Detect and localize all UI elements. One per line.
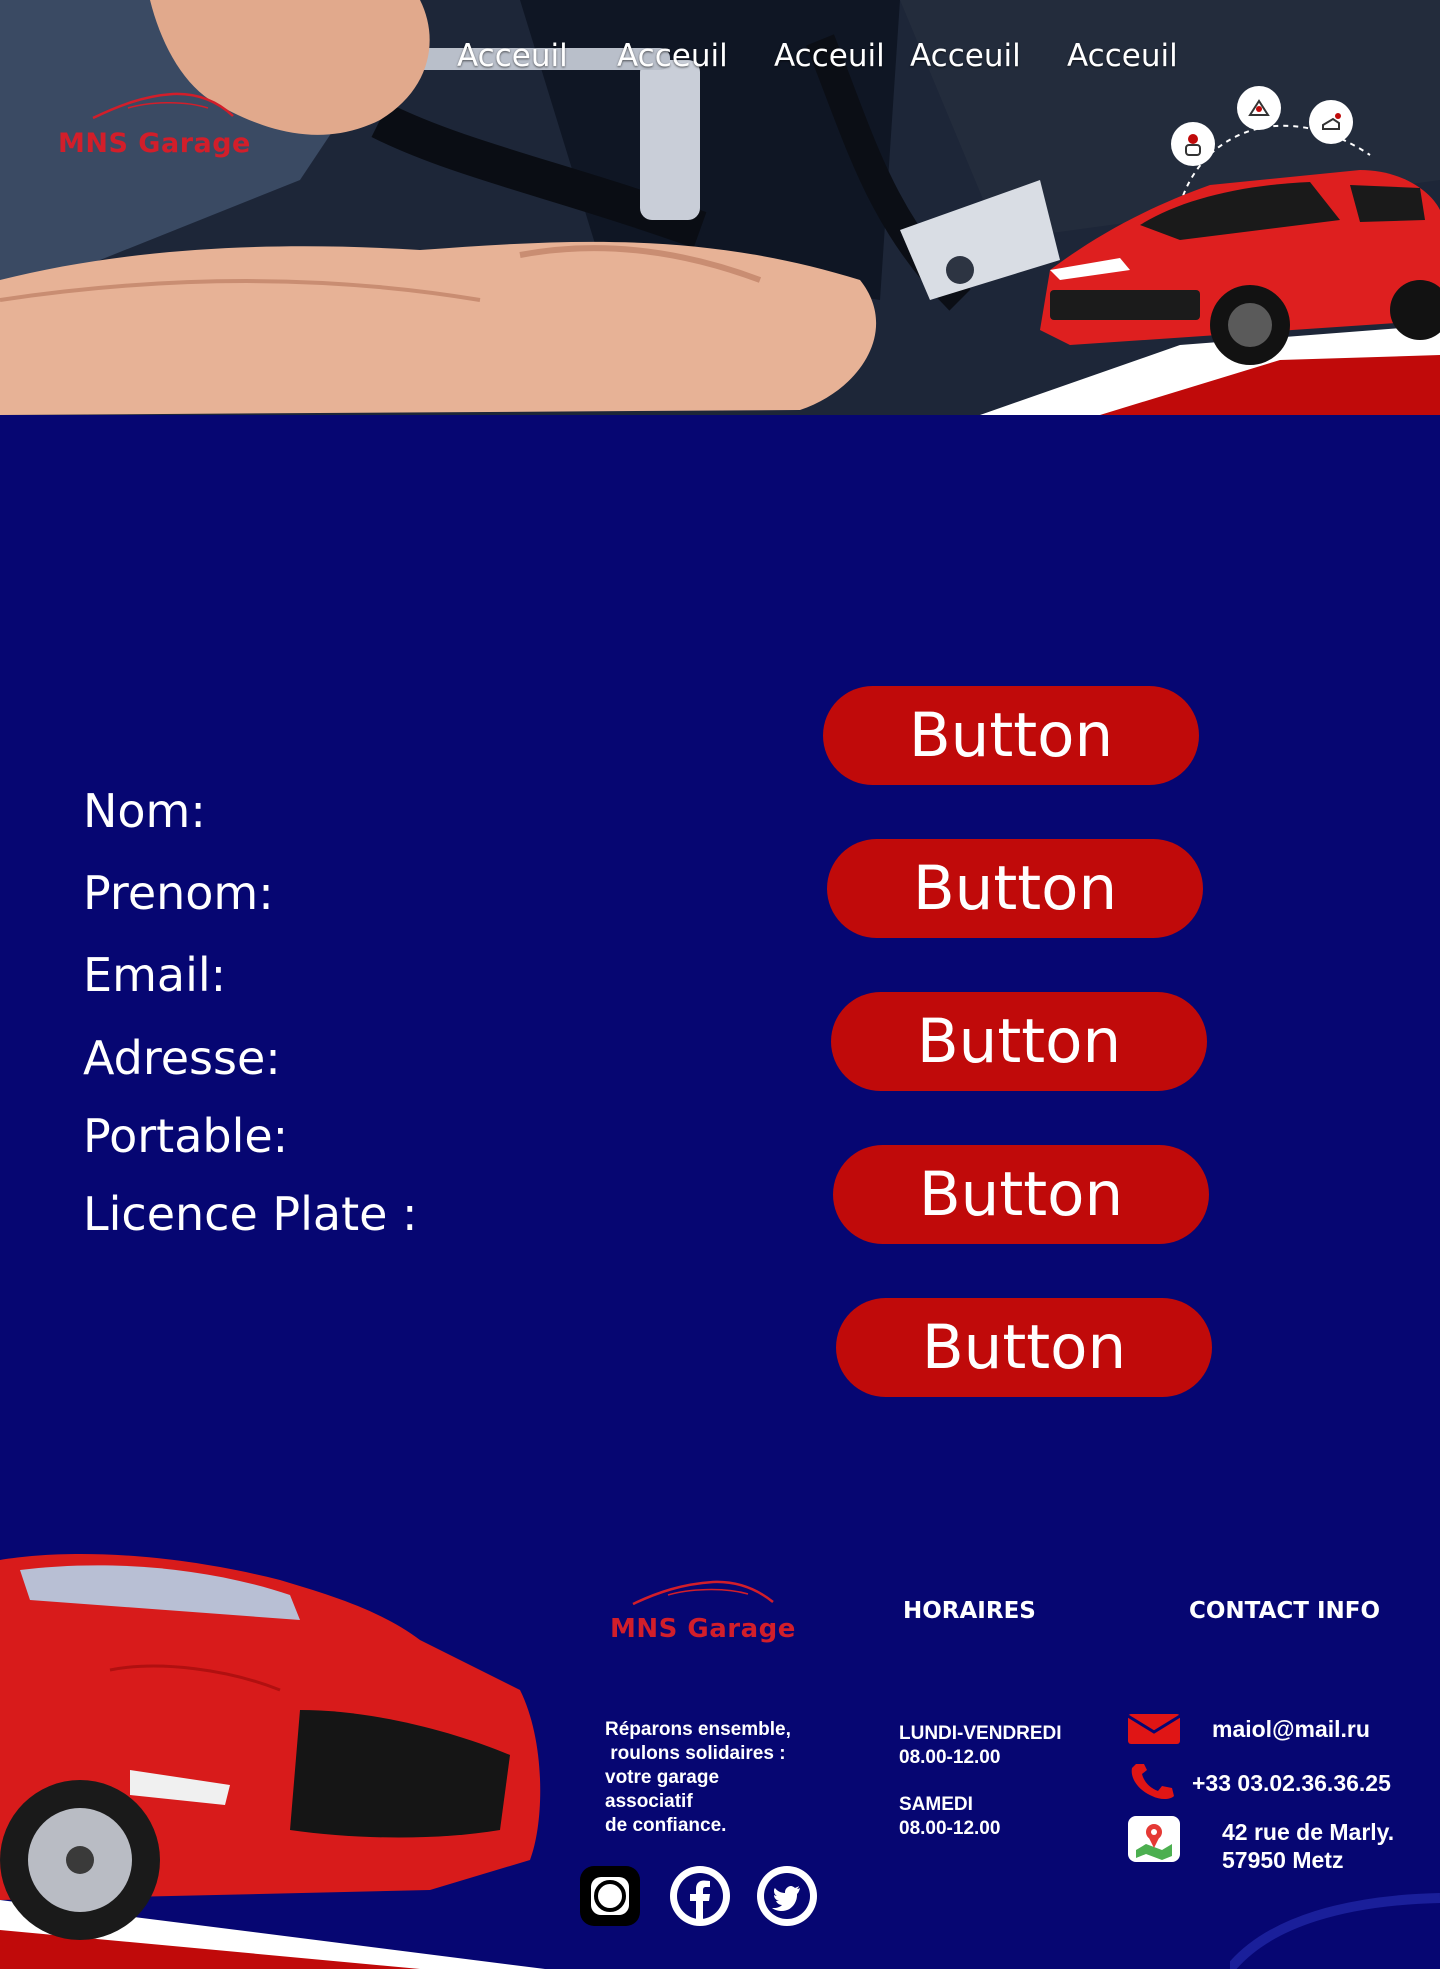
action-button-1[interactable]: Button (823, 686, 1199, 785)
nav-link-1[interactable]: Acceuil (457, 38, 568, 74)
action-button-4[interactable]: Button (833, 1145, 1209, 1244)
facebook-button[interactable] (670, 1866, 730, 1926)
action-button-5[interactable]: Button (836, 1298, 1212, 1397)
action-button-2[interactable]: Button (827, 839, 1203, 938)
instagram-button[interactable] (580, 1866, 640, 1926)
nav-link-5[interactable]: Acceuil (1067, 38, 1178, 74)
decorative-swoosh (1230, 1893, 1440, 1969)
car-silhouette-logo-icon (92, 92, 234, 120)
action-button-3[interactable]: Button (831, 992, 1207, 1091)
instagram-icon (591, 1877, 629, 1915)
contact-phone-text: +33 03.02.36.36.25 (1192, 1770, 1391, 1796)
contact-address[interactable]: 42 rue de Marly. 57950 Metz (1128, 1816, 1394, 1874)
twitter-icon (764, 1873, 810, 1919)
hours-weekdays: LUNDI-VENDREDI 08.00-12.00 (899, 1723, 1062, 1768)
hours-saturday: SAMEDI 08.00-12.00 (899, 1794, 1001, 1839)
brand-name: MNS Garage (58, 128, 251, 159)
red-suv-image (980, 130, 1440, 415)
phone-icon (1131, 1764, 1174, 1799)
main-nav: Acceuil Acceuil Acceuil Acceuil Acceuil (0, 38, 1440, 78)
label-adresse: Adresse: (83, 1031, 281, 1085)
footer-logo[interactable]: MNS Garage (610, 1578, 800, 1650)
car-jack-icon (1237, 86, 1281, 130)
envelope-icon (1128, 1714, 1180, 1744)
footer-car-silhouette-icon (632, 1580, 774, 1606)
nav-link-4[interactable]: Acceuil (910, 38, 1021, 74)
label-portable: Portable: (83, 1109, 289, 1163)
label-nom: Nom: (83, 784, 206, 838)
label-prenom: Prenom: (83, 866, 274, 920)
label-licence-plate: Licence Plate : (83, 1187, 418, 1241)
nav-link-2[interactable]: Acceuil (617, 38, 728, 74)
footer-brand-name: MNS Garage (610, 1614, 796, 1644)
footer-tagline: Réparons ensemble, roulons solidaires : … (605, 1719, 791, 1836)
contact-phone[interactable]: +33 03.02.36.36.25 (1128, 1764, 1391, 1802)
contact-email[interactable]: maiol@mail.ru (1128, 1714, 1370, 1744)
brand-logo[interactable]: MNS Garage (58, 88, 251, 160)
contact-address-text: 42 rue de Marly. 57950 Metz (1222, 1819, 1395, 1873)
twitter-button[interactable] (757, 1866, 817, 1926)
contact-title: CONTACT INFO (1189, 1598, 1381, 1624)
hero-banner: MNS Garage Acceuil Acceuil Acceuil Acceu… (0, 0, 1440, 415)
red-sedan-image (0, 1540, 545, 1969)
label-email: Email: (83, 948, 227, 1002)
map-pin-icon (1128, 1816, 1180, 1862)
facebook-icon (677, 1873, 723, 1919)
hours-title: HORAIRES (903, 1598, 1036, 1624)
nav-link-3[interactable]: Acceuil (774, 38, 885, 74)
contact-email-text: maiol@mail.ru (1212, 1716, 1370, 1742)
